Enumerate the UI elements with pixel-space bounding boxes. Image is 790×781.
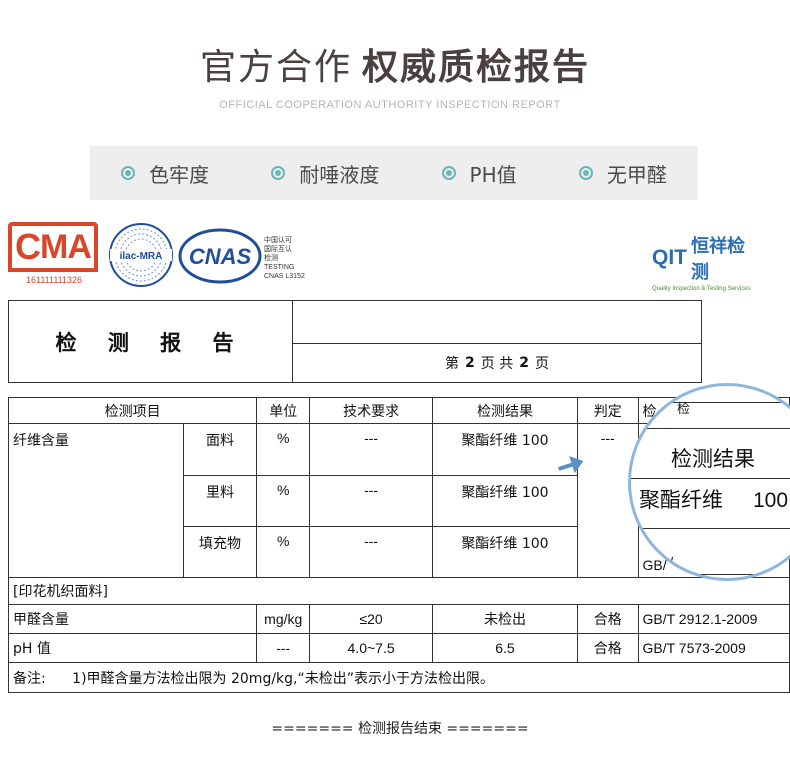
cnas-logo: CNAS xyxy=(178,228,262,284)
report-header: 检 测 报 告 第 2 页 共 2 页 xyxy=(8,300,702,383)
cell-req: --- xyxy=(309,423,433,476)
cell-unit: % xyxy=(256,475,311,527)
cell-result: 聚酯纤维 100 xyxy=(431,526,578,578)
cell-item: 纤维含量 xyxy=(8,423,184,578)
feature-item: 耐唾液度 xyxy=(271,159,379,188)
title-bold: 权威质检报告 xyxy=(362,47,591,88)
radio-dot-icon xyxy=(271,166,286,180)
cell-item: pH 值 xyxy=(7,633,258,663)
report-end-line: ======= 检测报告结束 ======= xyxy=(271,721,529,737)
mag-gridline xyxy=(645,536,646,578)
qit-logo: QIT 恒祥检测 Quality Inspection & Testing Se… xyxy=(652,232,762,292)
qit-logo-text: QIT xyxy=(652,246,687,269)
cell-item: 甲醛含量 xyxy=(7,604,258,634)
cnas-caption-line: CNAS L3152 xyxy=(264,273,305,280)
note-text: 1)甲醛含量方法检出限为 20mg/kg,“未检出”表示小于方法检出限。 xyxy=(72,670,494,687)
page-total: 2 xyxy=(519,355,529,371)
mag-gridline xyxy=(631,402,790,403)
cma-logo: C MA 161111111326 xyxy=(8,222,100,290)
cell-judge: 合格 xyxy=(576,604,639,634)
mag-gb-fragment: GB/ xyxy=(649,554,674,570)
ilac-logo-text: ilac-MRA xyxy=(120,251,163,262)
cnas-caption-line: 中国认可 xyxy=(264,237,292,244)
cell-unit: % xyxy=(256,423,311,476)
page-subtitle: OFFICIAL COOPERATION AUTHORITY INSPECTIO… xyxy=(219,99,561,111)
mag-value-num: 100 xyxy=(753,489,789,512)
mag-gridline xyxy=(631,428,790,429)
note-cell: 备注: 1)甲醛含量方法检出限为 20mg/kg,“未检出”表示小于方法检出限。 xyxy=(8,662,790,693)
mag-gridline xyxy=(631,478,790,479)
radio-dot-icon xyxy=(578,166,593,180)
cell-req: --- xyxy=(309,526,433,578)
cell-method: GB/T 2912.1-2009 xyxy=(637,604,790,634)
report-header-blank xyxy=(293,301,701,344)
report-page-info: 第 2 页 共 2 页 xyxy=(293,344,701,382)
title-light: 官方合作 xyxy=(199,47,352,88)
cma-logo-text: MA xyxy=(40,227,92,266)
cell-part: 面料 xyxy=(182,423,258,476)
cell-part: 里料 xyxy=(182,475,258,527)
mag-header-fragment: 检 xyxy=(677,402,691,417)
feature-item: 色牢度 xyxy=(121,159,209,188)
radio-dot-icon xyxy=(121,166,136,180)
cell-req: 4.0~7.5 xyxy=(309,633,433,663)
feature-item: 无甲醛 xyxy=(578,159,667,188)
cnas-caption-line: 国际互认 xyxy=(264,246,292,253)
col-header: 检测项目 xyxy=(7,397,258,424)
mag-value-label: 聚酯纤维 xyxy=(639,488,723,512)
cell-unit: % xyxy=(256,526,311,578)
page-suffix: 页 xyxy=(534,356,549,372)
col-header: 单位 xyxy=(256,397,311,424)
cma-number: 161111111326 xyxy=(25,275,83,285)
cell-result: 未检出 xyxy=(431,604,578,634)
cell-result: 聚酯纤维 100 xyxy=(431,475,578,527)
mag-gridline xyxy=(631,528,790,529)
pointer-arrow-icon xyxy=(558,456,584,474)
cell-req: ≤20 xyxy=(309,604,433,634)
note-label: 备注: xyxy=(13,670,46,687)
feature-label: 耐唾液度 xyxy=(299,162,380,187)
section-label: [印花机织面料] xyxy=(8,577,790,605)
col-header: 技术要求 xyxy=(309,397,433,424)
col-header: 判定 xyxy=(576,397,639,424)
feature-label: 无甲醛 xyxy=(606,162,667,187)
cell-unit: mg/kg xyxy=(256,604,311,634)
feature-label: PH值 xyxy=(469,162,517,187)
page-number: 2 xyxy=(465,355,475,371)
mag-header: 检测结果 xyxy=(671,447,755,471)
cell-method: GB/T 7573-2009 xyxy=(637,633,790,663)
ilac-mra-logo: ilac-MRA xyxy=(109,223,173,287)
cnas-caption-line: 检测 xyxy=(264,255,278,262)
report-title: 检 测 报 告 xyxy=(9,301,293,382)
col-header: 检测结果 xyxy=(431,397,578,424)
cell-part: 填充物 xyxy=(182,526,258,578)
page-prefix: 第 xyxy=(445,356,460,372)
table-note-row: 备注: 1)甲醛含量方法检出限为 20mg/kg,“未检出”表示小于方法检出限。 xyxy=(8,662,790,693)
mag-value: 聚酯纤维 100 xyxy=(639,484,788,514)
cnas-caption-line: TESTING xyxy=(264,264,295,271)
cma-logo-mark: C MA xyxy=(8,222,98,272)
mag-gridline xyxy=(631,574,790,575)
table-row: pH 值 --- 4.0~7.5 6.5 合格 GB/T 7573-2009 xyxy=(7,633,790,663)
page-mid: 页 共 xyxy=(480,356,514,372)
feature-item: PH值 xyxy=(441,159,517,188)
feature-bar: 色牢度 耐唾液度 PH值 无甲醛 xyxy=(90,146,698,200)
cnas-caption: 中国认可 国际互认 检测 TESTING CNAS L3152 xyxy=(264,236,305,281)
qit-logo-sub: Quality Inspection & Testing Services xyxy=(652,286,751,292)
cell-req: --- xyxy=(309,475,433,527)
cell-result: 6.5 xyxy=(431,633,578,663)
radio-dot-icon xyxy=(441,166,456,180)
table-section-row: [印花机织面料] xyxy=(8,577,790,605)
cell-judge: 合格 xyxy=(576,633,639,663)
cnas-logo-text: CNAS xyxy=(189,244,252,269)
feature-label: 色牢度 xyxy=(149,162,210,187)
cell-unit: --- xyxy=(256,633,311,663)
qit-logo-cn: 恒祥检测 xyxy=(691,236,745,282)
table-row: 甲醛含量 mg/kg ≤20 未检出 合格 GB/T 2912.1-2009 xyxy=(7,604,790,634)
page-title: 官方合作 权威质检报告 xyxy=(0,38,790,90)
